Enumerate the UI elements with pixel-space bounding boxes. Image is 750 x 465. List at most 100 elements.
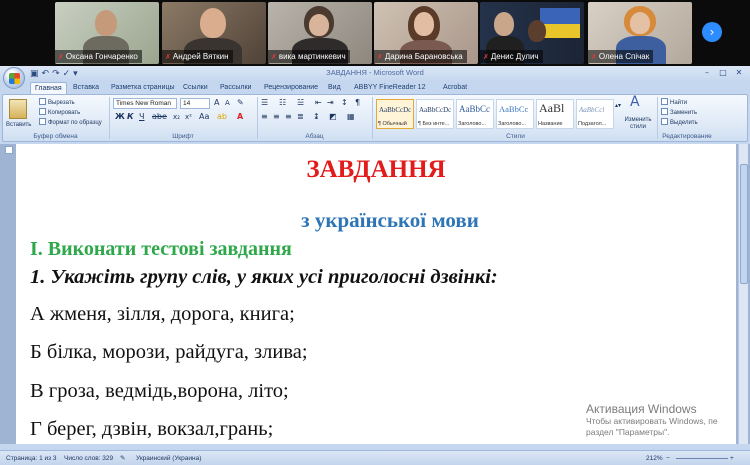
participant-tile[interactable]: ✗ Денис Дулич <box>480 2 584 64</box>
style-normal[interactable]: AaBbCcDc ¶ Обычный <box>376 99 414 129</box>
vertical-scrollbar[interactable] <box>738 144 748 444</box>
align-left-icon[interactable]: ≡ <box>261 112 268 122</box>
justify-icon[interactable]: ≣ <box>297 112 304 122</box>
close-button[interactable]: ✕ <box>732 67 746 79</box>
tab-home[interactable]: Главная <box>30 82 67 94</box>
qat-dropdown-icon[interactable]: ▾ <box>73 68 78 80</box>
paste-button[interactable]: Вставить <box>6 121 31 130</box>
change-styles-icon[interactable]: A <box>630 95 640 109</box>
mic-muted-icon: ✗ <box>271 54 277 61</box>
participant-tile-active-speaker[interactable]: ✗ Олена Спічак <box>588 2 692 64</box>
italic-icon[interactable]: К <box>127 112 134 122</box>
zoom-slider[interactable] <box>676 458 728 459</box>
zoom-out-icon[interactable]: − <box>666 454 670 463</box>
align-right-icon[interactable]: ≡ <box>285 112 292 122</box>
style-no-spacing[interactable]: AaBbCcDc ¶ Без инте... <box>416 99 454 129</box>
save-icon[interactable]: ▣ <box>30 68 39 80</box>
bold-icon[interactable]: Ж <box>115 112 125 122</box>
underline-icon[interactable]: Ч <box>139 112 144 122</box>
tab-page-layout[interactable]: Разметка страницы <box>111 82 175 94</box>
font-family-select[interactable]: Times New Roman <box>113 98 177 109</box>
document-page[interactable]: ЗАВДАННЯ з української мови І. Виконати … <box>16 144 736 444</box>
cut-button[interactable]: Вырезать <box>39 98 75 107</box>
editing-group-label: Редактирование <box>662 133 712 140</box>
word-count[interactable]: Число слов: 329 <box>64 454 113 463</box>
minimize-button[interactable]: – <box>700 67 714 79</box>
format-painter-button[interactable]: Формат по образцу <box>39 118 102 127</box>
change-styles-button[interactable]: Изменить стили <box>622 117 654 130</box>
maximize-button[interactable]: □ <box>716 67 730 79</box>
participant-tile[interactable]: ✗ Андрей Вяткин <box>162 2 266 64</box>
tab-references[interactable]: Ссылки <box>183 82 208 94</box>
replace-button[interactable]: Заменить <box>661 108 697 117</box>
mic-muted-icon: ✗ <box>591 54 597 61</box>
spellcheck-icon[interactable]: ✓ <box>63 68 71 80</box>
office-button[interactable] <box>3 67 25 89</box>
font-size-select[interactable]: 14 <box>180 98 210 109</box>
superscript-icon[interactable]: x² <box>185 112 192 122</box>
participant-name: ✗ Денис Дулич <box>480 50 543 63</box>
paste-icon[interactable] <box>9 99 27 119</box>
replace-icon <box>661 108 668 115</box>
ruler-toggle[interactable] <box>5 146 13 154</box>
tab-acrobat[interactable]: Acrobat <box>443 82 467 94</box>
style-heading-1[interactable]: AaBbCc Заголово... <box>456 99 494 129</box>
participant-tile[interactable]: ✗ вика мартинкевич <box>268 2 372 64</box>
participant-tile[interactable]: ✗ Оксана Гончаренко <box>55 2 159 64</box>
clear-format-icon[interactable]: ✎ <box>237 98 244 108</box>
sort-icon[interactable]: ↕ <box>341 98 348 108</box>
paragraph-group-label: Абзац <box>305 133 324 140</box>
redo-icon[interactable]: ↷ <box>52 68 60 80</box>
multilevel-list-icon[interactable]: ☱ <box>297 98 304 108</box>
line-spacing-icon[interactable]: ↨ <box>313 112 320 122</box>
question-text: 1. Укажіть групу слів, у яких усі пригол… <box>30 266 498 288</box>
section-heading: І. Виконати тестові завдання <box>30 238 292 260</box>
window-controls: – □ ✕ <box>700 67 746 79</box>
window-title: ЗАВДАННЯ - Microsoft Word <box>326 68 424 77</box>
language-status[interactable]: Украинский (Украина) <box>136 454 201 463</box>
styles-group-label: Стили <box>506 133 525 140</box>
scroll-thumb[interactable] <box>740 164 748 284</box>
undo-icon[interactable]: ↶ <box>42 68 50 80</box>
ribbon-tabs: Главная Вставка Разметка страницы Ссылки… <box>0 82 750 94</box>
numbering-icon[interactable]: ☷ <box>279 98 286 108</box>
zoom-level[interactable]: 212% <box>646 454 663 463</box>
answer-option: Б білка, морози, райдуга, злива; <box>30 341 308 363</box>
spellcheck-status-icon[interactable]: ✎ <box>120 454 125 463</box>
select-button[interactable]: Выделить <box>661 118 698 127</box>
activation-line: Чтобы активировать Windows, пе <box>586 416 718 426</box>
strikethrough-icon[interactable]: abe <box>152 112 167 122</box>
participant-tile[interactable]: ✗ Дарина Барановська <box>374 2 478 64</box>
subscript-icon[interactable]: x₂ <box>173 112 180 122</box>
align-center-icon[interactable]: ≡ <box>273 112 280 122</box>
highlight-icon[interactable]: ab <box>217 112 227 122</box>
tab-view[interactable]: Вид <box>328 82 341 94</box>
tab-insert[interactable]: Вставка <box>73 82 99 94</box>
answer-option: Г берег, дзвін, вокзал,грань; <box>30 418 274 440</box>
change-case-icon[interactable]: Aa <box>199 112 209 122</box>
find-button[interactable]: Найти <box>661 98 687 107</box>
mic-muted-icon: ✗ <box>377 54 383 61</box>
scissors-icon <box>39 98 46 105</box>
tab-review[interactable]: Рецензирование <box>264 82 318 94</box>
copy-button[interactable]: Копировать <box>39 108 80 117</box>
next-page-button[interactable]: › <box>702 22 722 42</box>
borders-icon[interactable]: ▦ <box>347 112 355 122</box>
grow-font-icon[interactable]: A <box>214 98 219 108</box>
pilcrow-icon[interactable]: ¶ <box>355 98 360 108</box>
style-heading-2[interactable]: AaBbCc Заголово... <box>496 99 534 129</box>
font-color-icon[interactable]: A <box>237 112 243 122</box>
zoom-in-icon[interactable]: + <box>730 454 734 463</box>
bullets-icon[interactable]: ☰ <box>261 98 268 108</box>
document-title: ЗАВДАННЯ <box>306 156 446 183</box>
tab-abbyy[interactable]: ABBYY FineReader 12 <box>354 82 425 94</box>
style-title[interactable]: AaBl Название <box>536 99 574 129</box>
increase-indent-icon[interactable]: ⇥ <box>327 98 334 108</box>
shading-icon[interactable]: ◩ <box>329 112 337 122</box>
style-subtitle[interactable]: AaBbCcl Подзагол... <box>576 99 614 129</box>
styles-scroll-icon[interactable]: ▴▾ <box>615 101 621 111</box>
decrease-indent-icon[interactable]: ⇤ <box>315 98 322 108</box>
tab-mailings[interactable]: Рассылки <box>220 82 251 94</box>
page-count[interactable]: Страница: 1 из 3 <box>6 454 57 463</box>
shrink-font-icon[interactable]: A <box>225 98 230 108</box>
